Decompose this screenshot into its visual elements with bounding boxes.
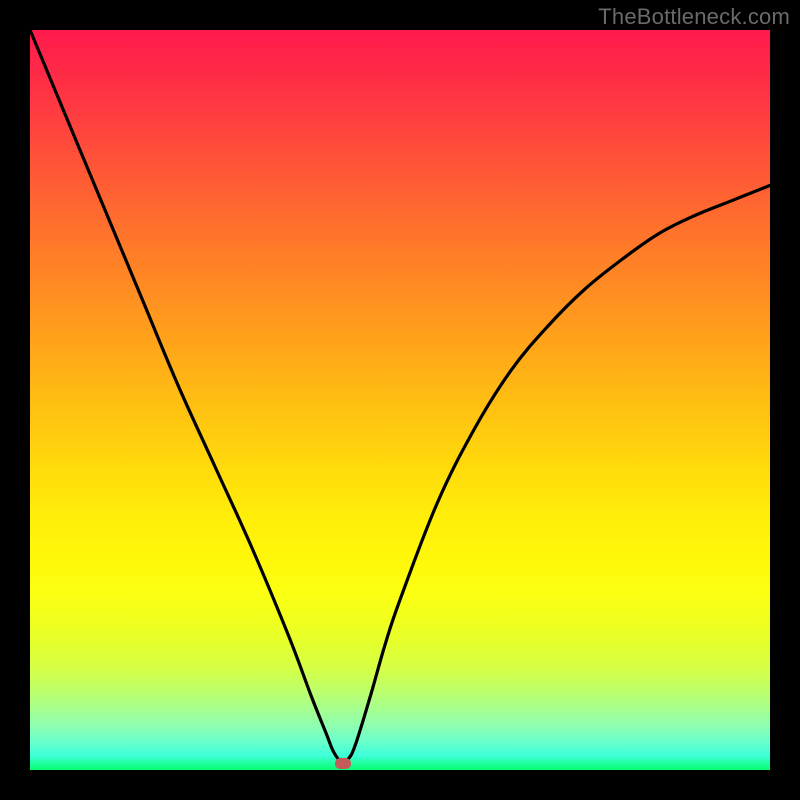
curve-line [30,30,770,762]
watermark-text: TheBottleneck.com [598,4,790,30]
chart-plot-area [30,30,770,770]
bottleneck-curve [30,30,770,770]
optimum-marker [335,758,351,769]
